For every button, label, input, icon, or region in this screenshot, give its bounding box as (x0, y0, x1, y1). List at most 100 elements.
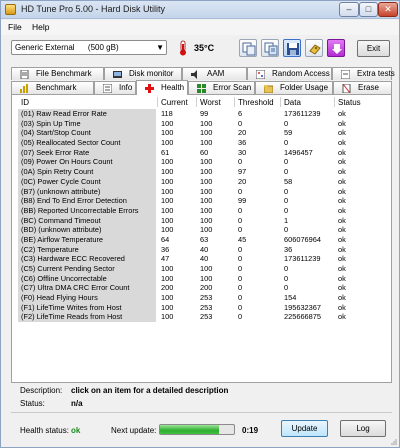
tab-aam[interactable]: AAM (182, 67, 247, 80)
column-header-data[interactable]: Data (284, 98, 301, 107)
drive-select[interactable]: Generic External (500 gB) ▼ (11, 40, 167, 55)
column-header-threshold[interactable]: Threshold (238, 98, 274, 107)
column-header-current[interactable]: Current (161, 98, 188, 107)
next-update-label: Next update: (111, 426, 157, 435)
table-row[interactable]: (01) Raw Read Error Rate 118 99 6 173611239 o… (12, 109, 391, 119)
copy-button[interactable] (239, 39, 257, 57)
thermometer-icon (180, 40, 186, 56)
column-divider (280, 97, 281, 107)
table-row[interactable]: (BB) Reported Uncorrectable Errors 100 100… (12, 205, 391, 216)
tab-random-access[interactable]: Random Access (247, 67, 332, 80)
table-body: (01) Raw Read Error Rate 118 99 6 173611239 o… (12, 109, 391, 323)
table-row[interactable]: (05) Reallocated Sector Count 100 100 36 0 ok (12, 138, 391, 148)
table-row[interactable]: (BC) Command Timeout 100 100 0 1 ok (12, 215, 391, 226)
minimize-button[interactable]: – (339, 2, 359, 17)
tab-health[interactable]: Health (136, 80, 188, 95)
table-row[interactable]: (F1) LifeTime Writes from Host 100 253 0 195… (12, 302, 391, 313)
copy-all-button[interactable] (261, 39, 279, 57)
worst-value: 100 (200, 264, 213, 273)
table-row[interactable]: (0A) Spin Retry Count 100 100 97 0 ok (12, 167, 391, 177)
attribute-status: ok (338, 283, 346, 293)
description-label: Description: (20, 386, 63, 395)
status-value: n/a (71, 399, 83, 408)
table-row[interactable]: (B7) (unknown attribute) 100 100 0 0 ok (12, 186, 391, 197)
tab-file-benchmark[interactable]: File Benchmark (11, 67, 104, 80)
table-row[interactable]: (C6) Offline Uncorrectable 100 100 0 0 ok (12, 273, 391, 284)
table-row[interactable]: (F2) LifeTime Reads from Host 100 253 0 2256… (12, 312, 391, 323)
tab-label: Extra tests (357, 69, 395, 78)
table-row[interactable]: (C7) Ultra DMA CRC Error Count 200 200 0 0 ok (12, 283, 391, 294)
attribute-name: (BD) (unknown attribute) (18, 225, 156, 235)
drive-select-value: Generic External (500 gB) (15, 43, 119, 52)
tab-benchmark[interactable]: Benchmark (11, 81, 94, 94)
tab-error-scan[interactable]: Error Scan (188, 81, 255, 94)
disk-monitor-icon (113, 71, 122, 78)
column-divider (234, 97, 235, 107)
download-button[interactable] (327, 39, 345, 57)
next-update-progress (159, 424, 235, 435)
column-header-worst[interactable]: Worst (200, 98, 221, 107)
attribute-name: (B7) (unknown attribute) (18, 186, 156, 197)
attribute-status: ok (338, 138, 346, 148)
worst-value: 100 (200, 215, 213, 225)
worst-value: 100 (200, 167, 213, 177)
tab-info[interactable]: Info (94, 81, 136, 94)
current-value: 47 (161, 254, 170, 264)
table-row[interactable]: (C5) Current Pending Sector 100 100 0 0 ok (12, 264, 391, 274)
progress-fill (160, 425, 220, 434)
threshold-value: 0 (238, 273, 243, 283)
attribute-status: ok (338, 293, 346, 303)
table-row[interactable]: (BE) Airflow Temperature 64 63 45 606076964 o… (12, 234, 391, 245)
update-button[interactable]: Update (281, 420, 328, 437)
tab-erase[interactable]: Erase (333, 81, 392, 94)
tab-label: Info (119, 83, 133, 92)
worst-value: 63 (200, 234, 209, 244)
column-header-id[interactable]: ID (21, 98, 29, 107)
attribute-status: ok (338, 186, 346, 196)
attribute-name: (BC) Command Timeout (18, 215, 156, 226)
worst-value: 100 (200, 225, 213, 235)
table-row[interactable]: (03) Spin Up Time 100 100 0 0 ok (12, 118, 391, 129)
table-row[interactable]: (04) Start/Stop Count 100 100 20 59 ok (12, 128, 391, 139)
menu-file[interactable]: File (8, 22, 22, 32)
worst-value: 100 (200, 176, 213, 186)
resize-grip-icon[interactable] (389, 437, 397, 445)
table-row[interactable]: (07) Seek Error Rate 61 60 30 1496457 ok (12, 147, 391, 158)
tab-disk-monitor[interactable]: Disk monitor (104, 67, 182, 80)
tab-extra-tests[interactable]: Extra tests (332, 67, 395, 80)
current-value: 100 (161, 215, 174, 225)
save-icon (287, 43, 299, 55)
threshold-value: 45 (238, 234, 247, 244)
save-button[interactable] (283, 39, 301, 57)
worst-value: 60 (200, 147, 209, 157)
table-row[interactable]: (0C) Power Cycle Count 100 100 20 58 ok (12, 176, 391, 187)
table-row[interactable]: (09) Power On Hours Count 100 100 0 0 ok (12, 157, 391, 168)
benchmark-icon (20, 84, 28, 93)
table-row[interactable]: (B8) End To End Error Detection 100 100 99 0… (12, 196, 391, 206)
raw-data-value: 0 (284, 118, 289, 128)
threshold-value: 6 (238, 109, 243, 118)
log-button[interactable]: Log (340, 420, 386, 437)
tab-label: File Benchmark (36, 69, 92, 78)
column-divider (334, 97, 335, 107)
menu-help[interactable]: Help (32, 22, 49, 32)
column-header-status[interactable]: Status (338, 98, 361, 107)
threshold-value: 0 (238, 118, 243, 128)
maximize-button[interactable]: □ (359, 2, 378, 17)
table-row[interactable]: (C3) Hardware ECC Recovered 47 40 0 17361123… (12, 254, 391, 264)
next-update-timer: 0:19 (242, 426, 259, 435)
current-value: 100 (161, 128, 174, 138)
current-value: 100 (161, 293, 174, 303)
close-button[interactable]: ✕ (378, 2, 398, 17)
tab-folder-usage[interactable]: Folder Usage (255, 81, 333, 94)
tab-label: Benchmark (36, 83, 77, 92)
attribute-name: (C3) Hardware ECC Recovered (18, 254, 156, 264)
threshold-value: 20 (238, 176, 247, 186)
options-button[interactable] (305, 39, 323, 57)
table-row[interactable]: (BD) (unknown attribute) 100 100 0 0 ok (12, 225, 391, 235)
table-row[interactable]: (F0) Head Flying Hours 100 253 0 154 ok (12, 293, 391, 303)
smart-table[interactable]: ID Current Worst Threshold Data Status (… (12, 95, 391, 382)
title-bar[interactable]: HD Tune Pro 5.00 - Hard Disk Utility – □… (1, 1, 399, 19)
table-row[interactable]: (C2) Temperature 36 40 0 36 ok (12, 244, 391, 255)
exit-button[interactable]: Exit (357, 40, 390, 57)
